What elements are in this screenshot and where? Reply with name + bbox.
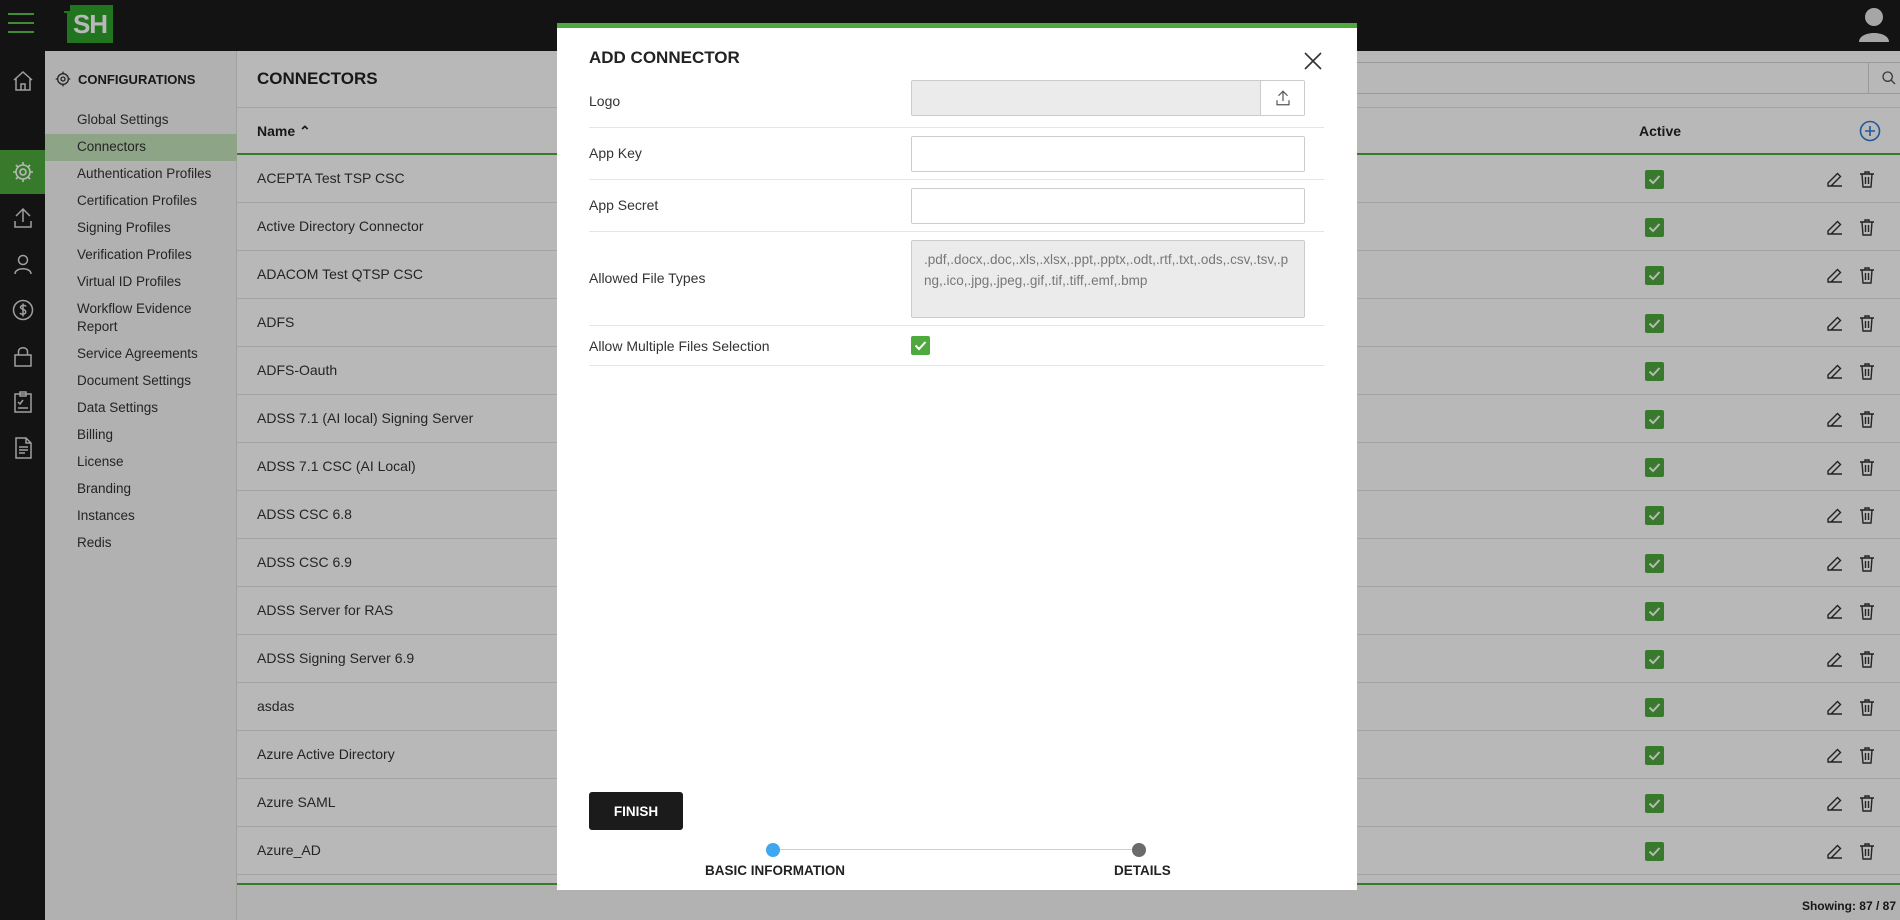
allow-multiple-checkbox[interactable]: [911, 336, 930, 355]
checkmark-icon: [914, 341, 927, 351]
logo-label: Logo: [589, 93, 621, 109]
logo-row: Logo: [589, 76, 1324, 128]
logo-field[interactable]: [911, 80, 1305, 116]
app-secret-label: App Secret: [589, 197, 659, 213]
add-connector-dialog: ADD CONNECTOR Logo App Key App Secret Al…: [557, 23, 1357, 890]
allowed-file-types-label: Allowed File Types: [589, 270, 706, 286]
app-key-label: App Key: [589, 145, 642, 161]
step-details-dot[interactable]: [1132, 843, 1146, 857]
allow-multiple-label: Allow Multiple Files Selection: [589, 338, 770, 354]
close-icon[interactable]: [1300, 48, 1326, 74]
allowed-file-types-row: Allowed File Types .pdf,.docx,.doc,.xls,…: [589, 232, 1324, 326]
step-basic-information-dot[interactable]: [766, 843, 780, 857]
step-basic-information-label[interactable]: BASIC INFORMATION: [705, 863, 845, 878]
finish-button[interactable]: FINISH: [589, 792, 683, 830]
logo-upload-button[interactable]: [1260, 81, 1304, 115]
app-secret-input[interactable]: [911, 188, 1305, 224]
upload-icon: [1275, 90, 1290, 106]
allow-multiple-row: Allow Multiple Files Selection: [589, 326, 1324, 366]
stepper-line: [773, 849, 1139, 850]
app-key-row: App Key: [589, 128, 1324, 180]
app-key-input[interactable]: [911, 136, 1305, 172]
step-details-label[interactable]: DETAILS: [1114, 863, 1171, 878]
allowed-file-types-input[interactable]: .pdf,.docx,.doc,.xls,.xlsx,.ppt,.pptx,.o…: [911, 240, 1305, 318]
dialog-title: ADD CONNECTOR: [589, 48, 740, 67]
app-secret-row: App Secret: [589, 180, 1324, 232]
